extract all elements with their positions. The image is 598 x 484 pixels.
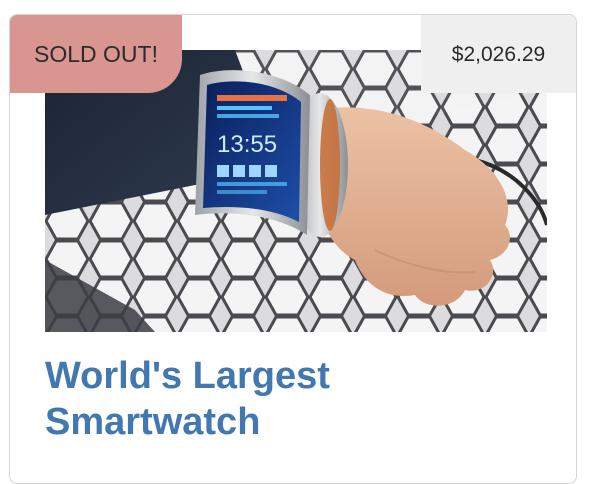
svg-text:13:55: 13:55 (217, 131, 277, 158)
product-title-link[interactable]: World's Largest Smartwatch (45, 353, 545, 445)
product-card[interactable]: SOLD OUT! $2,026.29 13:55 World's Larges… (9, 14, 577, 484)
price-tag: $2,026.29 (421, 15, 576, 93)
sold-out-badge: SOLD OUT! (10, 15, 182, 93)
